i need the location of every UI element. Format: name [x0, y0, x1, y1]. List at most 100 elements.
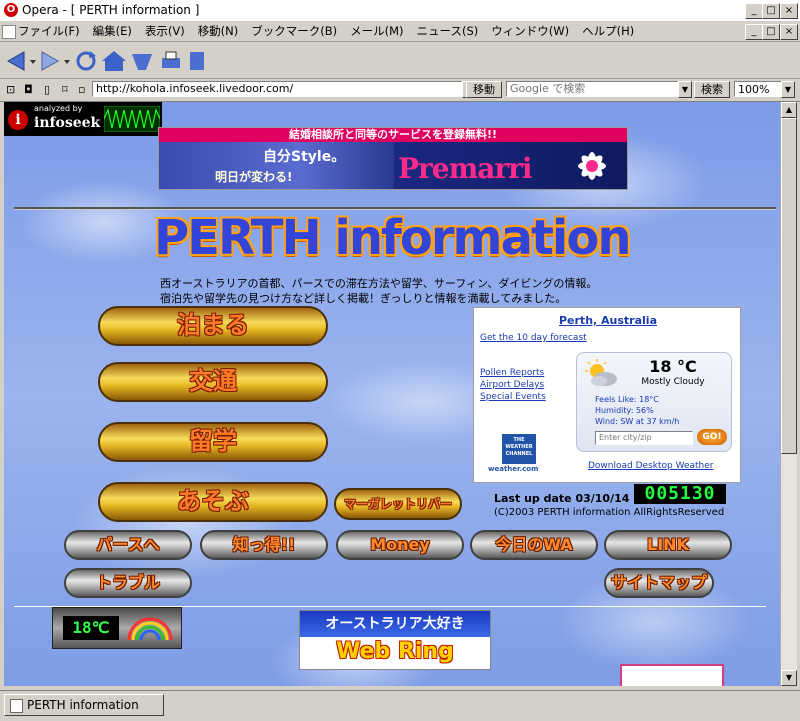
weather-temp: 18 °C — [649, 357, 697, 376]
copyright: (C)2003 PERTH information AllRightsReser… — [494, 507, 725, 518]
menu-item-5[interactable]: メール(M) — [350, 21, 403, 41]
menu-item-8[interactable]: ヘルプ(H) — [582, 21, 634, 41]
download-weather-link[interactable]: Download Desktop Weather — [588, 461, 713, 471]
doc-close-button[interactable]: × — [780, 24, 798, 40]
weather-widget: Perth, Australia Get the 10 day forecast… — [473, 307, 741, 483]
menu-item-3[interactable]: 移動(N) — [198, 21, 239, 41]
airport-link[interactable]: Airport Delays — [480, 380, 544, 390]
logo-line-3: CHANNEL — [505, 451, 533, 457]
study-abroad-button[interactable]: 留学 — [98, 422, 328, 462]
wand-icon[interactable]: ⌑ — [62, 83, 68, 96]
search-input[interactable] — [506, 81, 678, 97]
intro-line-1: 西オーストラリアの首都、パースでの滞在方法や留学、サーフィン、ダイビングの情報。 — [160, 277, 598, 290]
events-link[interactable]: Special Events — [480, 392, 546, 402]
doc-icon[interactable]: ▯ — [44, 83, 50, 96]
infoseek-icon: i — [8, 110, 28, 130]
sitemap-button[interactable]: サイトマップ — [604, 568, 714, 598]
banner-right-panel: Premarri — [394, 142, 627, 189]
home-icon[interactable] — [102, 51, 126, 71]
forecast-link[interactable]: Get the 10 day forecast — [480, 333, 587, 343]
money-button[interactable]: Money — [336, 530, 464, 560]
doc-restore-button[interactable]: □ — [762, 24, 780, 40]
stay-button[interactable]: 泊まる — [98, 306, 328, 346]
reload-icon[interactable] — [76, 51, 96, 71]
forward-dropdown-icon[interactable] — [64, 60, 70, 64]
scroll-down-icon[interactable]: ▼ — [781, 670, 797, 686]
mini-weather-widget[interactable]: 18℃ — [52, 607, 182, 649]
logo-line-2: WEATHER — [505, 444, 533, 450]
vertical-scrollbar[interactable]: ▲ ▼ — [780, 102, 797, 686]
print-icon[interactable] — [162, 51, 180, 68]
menu-item-7[interactable]: ウィンドウ(W) — [491, 21, 569, 41]
good-to-know-button[interactable]: 知っ得!! — [200, 530, 328, 560]
margaret-river-button[interactable]: マーガレットリバー — [334, 488, 462, 520]
banner-left-panel: 自分Style。 明日が変わる! — [159, 142, 394, 189]
scroll-up-icon[interactable]: ▲ — [781, 102, 797, 118]
go-button[interactable]: 移動 — [466, 81, 502, 98]
weather-condition: Mostly Cloudy — [641, 377, 705, 387]
nav-icons — [6, 51, 204, 71]
zoom-dropdown-icon[interactable]: ▼ — [781, 81, 795, 98]
logo-line-1: THE — [513, 437, 525, 443]
last-update: Last up date 03/10/14 — [494, 492, 630, 505]
hotlist-icon[interactable] — [132, 54, 152, 70]
partial-banner[interactable] — [620, 664, 724, 686]
menu-bar: ファイル(F) 編集(E) 表示(V) 移動(N) ブックマーク(B) メール(M) ニュー… — [0, 21, 800, 42]
weather-location-link[interactable]: Perth, Australia — [474, 314, 742, 327]
banner-style-text: 自分Style。 — [263, 149, 346, 165]
minimize-button[interactable]: _ — [745, 3, 763, 19]
tab-label: PERTH information — [27, 698, 139, 712]
maximize-button[interactable]: □ — [762, 3, 780, 19]
lock-icon[interactable]: ⊡ — [6, 83, 15, 96]
wave-icon — [104, 106, 160, 132]
menu-item-2[interactable]: 表示(V) — [145, 21, 185, 41]
zoom-select[interactable]: 100% — [734, 81, 782, 97]
close-button[interactable]: × — [780, 3, 798, 19]
back-dropdown-icon[interactable] — [30, 60, 36, 64]
pollen-link[interactable]: Pollen Reports — [480, 368, 544, 378]
trouble-button[interactable]: トラブル — [64, 568, 192, 598]
scroll-thumb[interactable] — [781, 118, 797, 454]
status-bar: PERTH information — [0, 690, 800, 721]
infoseek-badge[interactable]: i analyzed by infoseek — [4, 102, 162, 136]
search-button[interactable]: 検索 — [694, 81, 730, 98]
document-icon[interactable] — [190, 52, 204, 70]
menu-item-1[interactable]: 編集(E) — [93, 21, 132, 41]
rainbow-icon — [127, 617, 173, 641]
mostly-cloudy-icon — [585, 359, 617, 386]
banner-headline: 結婚相談所と同等のサービスを登録無料!! — [159, 128, 627, 142]
banner-brand: Premarri — [398, 152, 533, 185]
play-button[interactable]: あそぶ — [98, 482, 328, 522]
page-icon — [2, 25, 16, 39]
weather-humidity: Humidity: 56% — [595, 406, 654, 415]
intro-text: 西オーストラリアの首都、パースでの滞在方法や留学、サーフィン、ダイビングの情報。… — [160, 276, 597, 306]
intro-line-2: 宿泊先や留学先の見つけ方など詳しく掲載！ぎっしりと情報を満載してみました。 — [160, 292, 567, 305]
infoseek-caption: analyzed by — [34, 104, 83, 113]
page-tab[interactable]: PERTH information — [4, 694, 164, 716]
menu-item-4[interactable]: ブックマーク(B) — [251, 21, 337, 41]
weather-channel-logo[interactable]: THE WEATHER CHANNEL — [502, 434, 536, 464]
banner-tomorrow-text: 明日が変わる! — [215, 170, 293, 184]
today-wa-button[interactable]: 今日のWA — [470, 530, 598, 560]
menu-item-6[interactable]: ニュース(S) — [417, 21, 479, 41]
link-button[interactable]: LINK — [604, 530, 732, 560]
webring-banner[interactable]: オーストラリア大好き Web Ring — [299, 610, 491, 670]
weather-go-button[interactable]: GO! — [697, 429, 727, 445]
address-toolbar: ⊡ ◘ ▯ ⌑ ▫ ▼ 移動 ▼ 検索 100% ▼ — [0, 79, 800, 102]
doc-minimize-button[interactable]: _ — [745, 24, 763, 40]
navigation-toolbar — [0, 42, 800, 79]
address-input[interactable] — [92, 81, 462, 97]
to-perth-button[interactable]: パースへ — [64, 530, 192, 560]
search-dropdown-icon[interactable]: ▼ — [678, 81, 692, 98]
flower-icon — [578, 152, 606, 180]
city-zip-input[interactable] — [595, 431, 693, 445]
camera-icon[interactable]: ◘ — [24, 83, 33, 96]
back-icon[interactable] — [6, 51, 25, 71]
menu-item-0[interactable]: ファイル(F) — [18, 21, 80, 41]
forward-icon[interactable] — [41, 51, 60, 71]
site-title: PERTH information — [154, 210, 632, 266]
opera-icon: O — [4, 3, 18, 17]
title-bar: O Opera - [ PERTH information ] _ □ × — [0, 0, 800, 22]
transport-button[interactable]: 交通 — [98, 362, 328, 402]
banner-ad[interactable]: 結婚相談所と同等のサービスを登録無料!! 自分Style。 明日が変わる! Pr… — [158, 127, 628, 190]
